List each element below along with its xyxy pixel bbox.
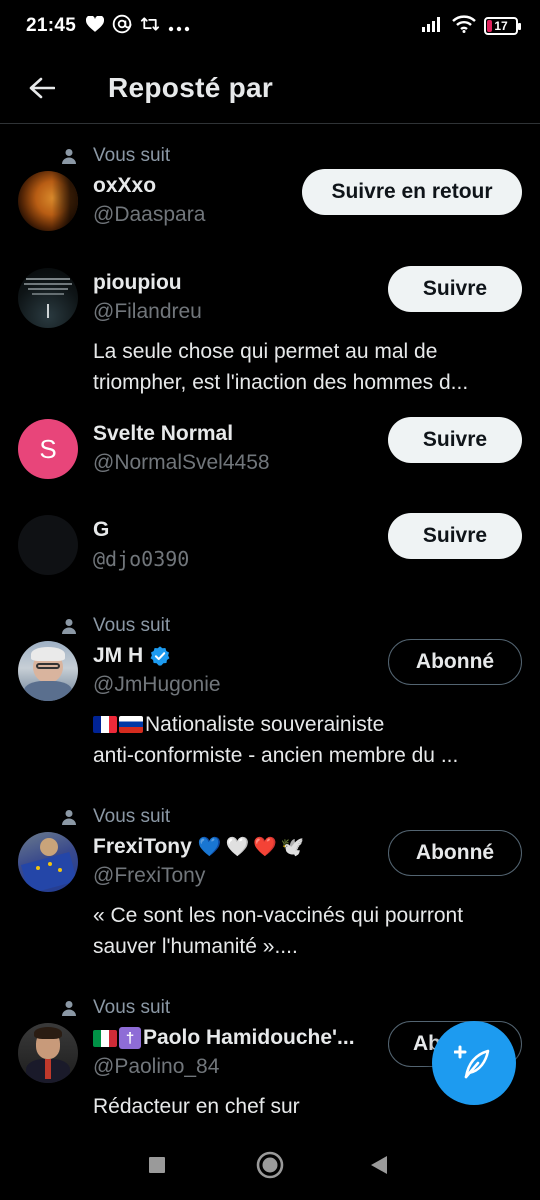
user-row[interactable]: Vous suit JM H @JmHugonie Nationaliste s… bbox=[0, 611, 540, 802]
signal-icon bbox=[422, 16, 444, 37]
battery-fill bbox=[487, 20, 493, 32]
follows-you-label: Vous suit bbox=[18, 141, 522, 171]
back-triangle-icon[interactable] bbox=[369, 1155, 389, 1175]
following-button[interactable]: Abonné bbox=[388, 830, 522, 876]
avatar-letter: S bbox=[39, 433, 57, 464]
italy-flag-icon bbox=[93, 1029, 117, 1047]
user-row[interactable]: G @djo0390 Suivre bbox=[0, 505, 540, 611]
follow-button[interactable]: Suivre bbox=[388, 266, 522, 312]
at-icon bbox=[112, 14, 132, 39]
avatar[interactable] bbox=[18, 268, 78, 328]
red-heart-icon: ❤️ bbox=[253, 837, 277, 858]
user-row[interactable]: pioupiou @Filandreu La seule chose qui p… bbox=[0, 252, 540, 409]
avatar[interactable] bbox=[18, 832, 78, 892]
person-icon bbox=[60, 999, 78, 1017]
user-row[interactable]: S Svelte Normal @NormalSvel4458 Suivre bbox=[0, 409, 540, 505]
home-circle-icon[interactable] bbox=[256, 1151, 284, 1179]
user-main: JM H @JmHugonie Nationaliste souverainis… bbox=[18, 639, 522, 771]
user-list: Vous suit oxXxo @Daaspara Suivre en reto… bbox=[0, 125, 540, 1143]
follow-button[interactable]: Suivre bbox=[388, 513, 522, 559]
avatar[interactable] bbox=[18, 515, 78, 575]
person-icon bbox=[60, 617, 78, 635]
battery-icon: 17 bbox=[484, 17, 521, 35]
system-status: 17 bbox=[422, 14, 521, 38]
follow-button[interactable]: Suivre bbox=[388, 417, 522, 463]
status-time: 21:45 bbox=[26, 15, 77, 36]
user-main: FrexiTony 💙 🤍 ❤️ 🕊️ @FrexiTony « Ce sont… bbox=[18, 830, 522, 962]
status-bar: 21:45 17 bbox=[0, 0, 540, 52]
wifi-icon bbox=[452, 14, 476, 38]
russia-flag-icon bbox=[119, 716, 143, 733]
more-dots-icon bbox=[168, 16, 190, 37]
repost-icon bbox=[140, 15, 160, 38]
user-bio: Nationaliste souverainiste anti-conformi… bbox=[93, 713, 459, 767]
dove-icon: 🕊️ bbox=[280, 837, 305, 858]
user-main: pioupiou @Filandreu La seule chose qui p… bbox=[18, 266, 522, 398]
avatar[interactable] bbox=[18, 171, 78, 231]
verified-badge-icon bbox=[149, 645, 171, 667]
notification-icons bbox=[86, 14, 190, 39]
user-main: S Svelte Normal @NormalSvel4458 Suivre bbox=[18, 417, 522, 479]
user-row[interactable]: Vous suit FrexiTony 💙 🤍 ❤️ 🕊️ @FrexiTony bbox=[0, 802, 540, 993]
follows-you-label: Vous suit bbox=[18, 802, 522, 832]
compose-button[interactable] bbox=[432, 1021, 516, 1105]
following-button[interactable]: Abonné bbox=[388, 639, 522, 685]
user-bio: La seule chose qui permet au mal de trio… bbox=[93, 340, 469, 394]
user-name[interactable]: † Paolo Hamidouche'... bbox=[93, 1023, 375, 1053]
page-header: Reposté par bbox=[0, 52, 540, 124]
france-flag-icon bbox=[93, 716, 117, 733]
person-icon bbox=[60, 147, 78, 165]
user-row[interactable]: Vous suit oxXxo @Daaspara Suivre en reto… bbox=[0, 125, 540, 252]
compose-feather-icon bbox=[454, 1045, 490, 1079]
avatar[interactable] bbox=[18, 641, 78, 701]
avatar[interactable] bbox=[18, 1023, 78, 1083]
system-nav-bar bbox=[0, 1128, 540, 1200]
avatar[interactable]: S bbox=[18, 419, 78, 479]
recents-square-icon[interactable] bbox=[147, 1155, 167, 1175]
battery-level: 17 bbox=[494, 19, 508, 33]
user-main: oxXxo @Daaspara Suivre en retour bbox=[18, 169, 522, 231]
follows-you-label: Vous suit bbox=[18, 993, 522, 1023]
arrow-left-icon bbox=[29, 77, 55, 98]
user-main: G @djo0390 Suivre bbox=[18, 513, 522, 575]
page-title: Reposté par bbox=[108, 71, 274, 103]
white-heart-icon: 🤍 bbox=[225, 837, 250, 858]
blue-heart-icon: 💙 bbox=[197, 837, 222, 858]
follows-you-label: Vous suit bbox=[18, 611, 522, 641]
person-icon bbox=[60, 808, 78, 826]
back-button[interactable] bbox=[22, 68, 62, 108]
user-bio: « Ce sont les non-vaccinés qui pourront … bbox=[93, 904, 464, 958]
heart-icon bbox=[86, 14, 105, 37]
follow-back-button[interactable]: Suivre en retour bbox=[302, 169, 522, 215]
latin-cross-icon: † bbox=[119, 1027, 141, 1049]
